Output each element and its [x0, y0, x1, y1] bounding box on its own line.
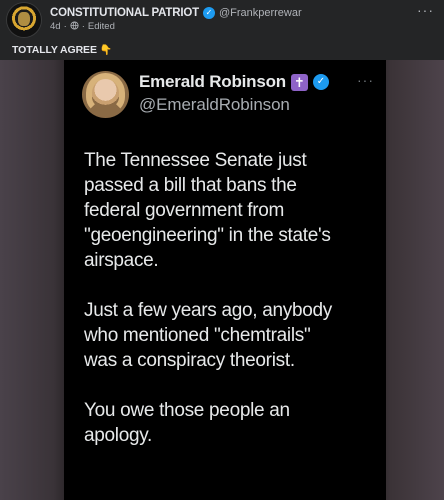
- tweet-author-handle: @EmeraldRobinson: [139, 95, 290, 114]
- author-line: CONSTITUTIONAL PATRIOT ✓ @Frankperrewar: [50, 5, 302, 21]
- author-handle[interactable]: @Frankperrewar: [219, 7, 302, 19]
- cross-icon: ✝: [291, 73, 308, 91]
- more-options-button[interactable]: ···: [417, 2, 434, 18]
- post-header: CONSTITUTIONAL PATRIOT ✓ @Frankperrewar …: [0, 0, 444, 38]
- globe-icon: [70, 21, 79, 32]
- post-caption: TOTALLY AGREE 👇: [12, 44, 112, 56]
- avatar-emblem: [18, 12, 30, 26]
- edited-label: Edited: [87, 21, 115, 32]
- tweet-body: The Tennessee Senate just passed a bill …: [84, 148, 384, 473]
- tweet-name-row: Emerald Robinson ✝ ✓: [139, 72, 329, 92]
- social-post: CONSTITUTIONAL PATRIOT ✓ @Frankperrewar …: [0, 0, 444, 500]
- meta-separator-2: ·: [81, 21, 85, 32]
- post-media[interactable]: Emerald Robinson ✝ ✓ ··· @EmeraldRobinso…: [0, 60, 444, 500]
- tweet-screenshot: Emerald Robinson ✝ ✓ ··· @EmeraldRobinso…: [64, 60, 386, 500]
- meta-separator: ·: [63, 21, 67, 32]
- tweet-paragraph: You owe those people an apology.: [84, 400, 290, 446]
- tweet-author-name: Emerald Robinson: [139, 72, 286, 91]
- author-name[interactable]: CONSTITUTIONAL PATRIOT: [50, 7, 199, 19]
- tweet-paragraph: Just a few years ago, anybody who mentio…: [84, 300, 332, 371]
- post-time[interactable]: 4d: [50, 21, 61, 32]
- avatar-hair: [86, 73, 125, 113]
- tweet-paragraph: The Tennessee Senate just passed a bill …: [84, 150, 331, 271]
- verified-icon: ✓: [202, 7, 215, 19]
- tweet-author-avatar: [82, 71, 129, 118]
- author-avatar[interactable]: [7, 3, 41, 37]
- tweet-more-icon: ···: [357, 72, 374, 88]
- post-meta: 4d · · Edited: [50, 21, 115, 32]
- caption-text: TOTALLY AGREE: [12, 44, 97, 56]
- tweet-verified-icon: ✓: [313, 74, 329, 90]
- pointing-down-icon: 👇: [99, 44, 113, 56]
